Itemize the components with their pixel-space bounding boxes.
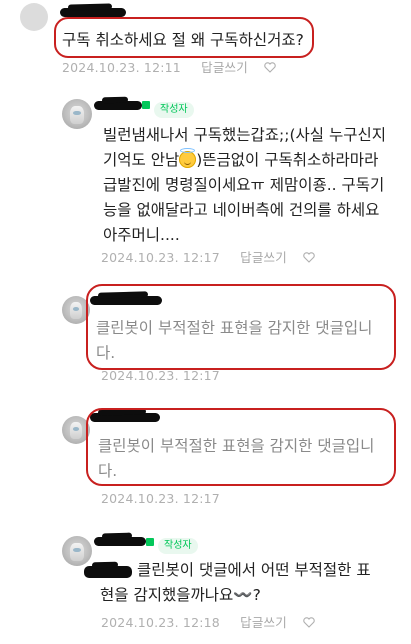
redacted-author-name xyxy=(60,8,126,17)
comment-body-line: 기억도 안남 )뜬금없이 구독취소하라마라 xyxy=(103,148,378,173)
redacted-author-name xyxy=(94,101,142,110)
author-badge: 작성자 xyxy=(154,102,194,118)
avatar[interactable] xyxy=(62,416,90,444)
comment-meta: 2024.10.23. 12:17 xyxy=(101,491,220,506)
comment-body-line: 급발진에 명령질이세요ㅠ 제맘이죵.. 구독기 xyxy=(103,176,385,194)
avatar[interactable] xyxy=(62,99,92,129)
heart-icon[interactable] xyxy=(264,62,276,73)
cleanbot-notice-line: 다. xyxy=(96,344,116,362)
green-mark-icon xyxy=(146,538,154,546)
reply-button[interactable]: 답글쓰기 xyxy=(240,615,287,630)
heart-icon[interactable] xyxy=(303,617,315,628)
comment-date: 2024.10.23. 12:17 xyxy=(101,368,220,383)
redacted-author-name xyxy=(94,537,146,546)
redacted-author-name xyxy=(90,413,160,422)
cleanbot-notice-line: 클린봇이 부적절한 표현을 감지한 댓글입니 xyxy=(98,437,375,455)
comment-meta: 2024.10.23. 12:11 답글쓰기 xyxy=(62,57,276,76)
comment-meta: 2024.10.23. 12:17 xyxy=(101,368,220,383)
comment-body-line: 클린봇이 댓글에서 어떤 부적절한 표 xyxy=(137,561,371,579)
author-badge: 작성자 xyxy=(158,538,198,554)
comment-date: 2024.10.23. 12:17 xyxy=(101,491,220,506)
comment-body-line: 현을 감지했을까나요〰️? xyxy=(100,586,261,604)
smiling-face-with-halo-icon xyxy=(179,148,197,168)
cleanbot-notice-line: 클린봇이 부적절한 표현을 감지한 댓글입니 xyxy=(96,319,373,337)
comment-date: 2024.10.23. 12:11 xyxy=(62,60,181,75)
comment-date: 2024.10.23. 12:17 xyxy=(101,250,220,265)
comment-meta: 2024.10.23. 12:18 답글쓰기 xyxy=(101,612,315,631)
comment-date: 2024.10.23. 12:18 xyxy=(101,615,220,630)
redacted-author-name xyxy=(90,296,162,305)
avatar[interactable] xyxy=(62,296,90,324)
avatar[interactable] xyxy=(20,3,48,31)
comment-body-fragment: 기억도 안남 xyxy=(103,151,180,169)
comment-body-line: 능을 없애달라고 네이버측에 건의를 하세요 xyxy=(103,201,380,219)
heart-icon[interactable] xyxy=(303,252,315,263)
comment-body-fragment: )뜬금없이 구독취소하라마라 xyxy=(196,151,379,169)
comment-body-line: 구독 취소하세요 절 왜 구독하신거죠? xyxy=(62,31,304,49)
comment-body: 구독 취소하세요 절 왜 구독하신거죠? xyxy=(62,28,304,53)
green-mark-icon xyxy=(142,101,150,109)
comment-body-line: 아주머니.... xyxy=(103,226,180,244)
cleanbot-notice-line: 다. xyxy=(98,462,118,480)
comment-meta: 2024.10.23. 12:17 답글쓰기 xyxy=(101,247,315,266)
reply-button[interactable]: 답글쓰기 xyxy=(201,60,248,75)
comment-body-line: 빌런냄새나서 구독했는갑죠;;(사실 누구신지 xyxy=(103,126,387,144)
avatar[interactable] xyxy=(62,536,92,566)
redacted-text xyxy=(84,566,132,578)
reply-button[interactable]: 답글쓰기 xyxy=(240,250,287,265)
